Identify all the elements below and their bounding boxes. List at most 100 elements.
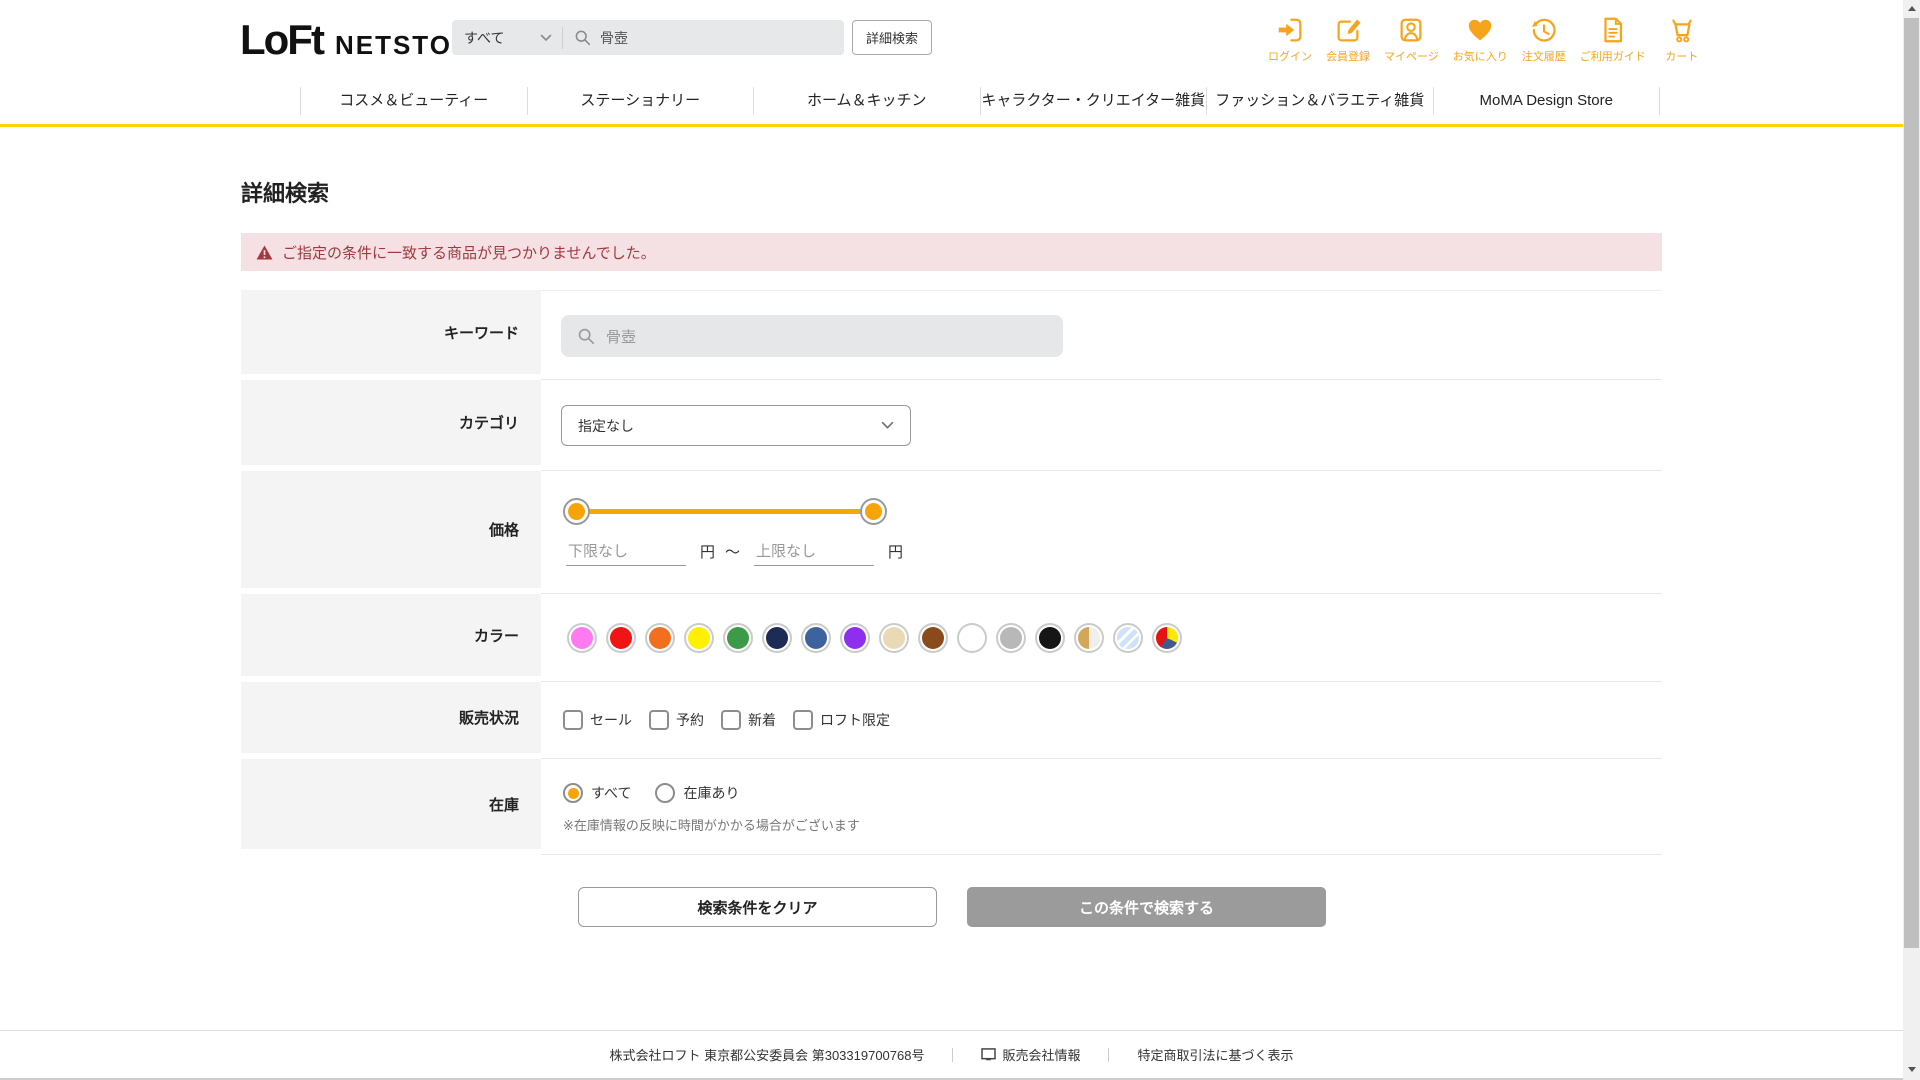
header-search-input[interactable] [600, 29, 830, 46]
keyword-field [541, 290, 1662, 380]
scrollbar[interactable] [1903, 0, 1920, 1080]
stock-field: すべて 在庫あり ※在庫情報の反映に時間がかかる場合がございます [541, 759, 1662, 855]
price-min-input[interactable] [566, 543, 686, 566]
radio-all-button[interactable] [563, 783, 583, 803]
footer-tokushoho-label: 特定商取引法に基づく表示 [1137, 1048, 1294, 1063]
footer-seller-info-link[interactable]: 販売会社情報 [981, 1045, 1080, 1064]
register-link[interactable]: 会員登録 [1326, 15, 1370, 64]
warning-icon [256, 244, 273, 260]
nav-item-character[interactable]: キャラクター・クリエイター雑貨 [979, 87, 1207, 115]
radio-in-stock-button[interactable] [655, 783, 676, 803]
stock-radios: すべて 在庫あり [563, 783, 739, 803]
form-actions: 検索条件をクリア この条件で検索する [578, 887, 1326, 927]
checkbox-loft-limited-box[interactable] [793, 710, 813, 730]
page: LoFt NETSTORE すべて 詳細検索 ログイン [0, 0, 1920, 1080]
checkbox-loft-limited[interactable]: ロフト限定 [793, 710, 890, 730]
color-swatch-purple[interactable] [844, 627, 866, 649]
keyword-input[interactable] [606, 327, 1026, 345]
favorites-link[interactable]: お気に入り [1453, 15, 1508, 64]
advanced-search-button[interactable]: 詳細検索 [852, 20, 932, 55]
register-icon [1333, 15, 1363, 45]
keyword-input-box [561, 315, 1063, 357]
color-swatch-clear[interactable] [1117, 627, 1139, 649]
page-title: 詳細検索 [241, 181, 330, 206]
slider-track[interactable] [576, 509, 873, 514]
header: LoFt NETSTORE すべて 詳細検索 ログイン [0, 0, 1903, 78]
header-utility-links: ログイン 会員登録 マイページ お気に入り 注文履歴 ご利用ガイド カート [1268, 15, 1704, 64]
nav-item-fashion[interactable]: ファッション＆バラエティ雑貨 [1206, 87, 1433, 115]
error-banner: ご指定の条件に一致する商品が見つかりませんでした。 [241, 233, 1662, 271]
nav-item-moma[interactable]: MoMA Design Store [1432, 87, 1660, 115]
category-select[interactable]: 指定なし [561, 405, 911, 446]
footer-tokushoho-link[interactable]: 特定商取引法に基づく表示 [1137, 1045, 1293, 1064]
scrollbar-down-arrow[interactable] [1903, 1061, 1920, 1078]
login-link[interactable]: ログイン [1268, 15, 1312, 64]
scrollbar-up-arrow[interactable] [1903, 0, 1920, 17]
price-max-unit: 円 [888, 544, 904, 561]
checkbox-sale[interactable]: セール [563, 710, 632, 730]
color-swatch-red[interactable] [610, 627, 632, 649]
nav-item-home-kitchen[interactable]: ホーム＆キッチン [753, 87, 980, 115]
color-swatch-pink[interactable] [571, 627, 593, 649]
color-swatch-gray[interactable] [1000, 627, 1022, 649]
color-swatch-brown[interactable] [922, 627, 944, 649]
sales-status-label: 販売状況 [241, 682, 541, 759]
checkbox-loft-limited-label: ロフト限定 [820, 712, 890, 728]
color-swatch-blue[interactable] [805, 627, 827, 649]
footer-separator [1108, 1047, 1110, 1062]
price-separator: ～ [725, 544, 741, 561]
checkbox-sale-box[interactable] [563, 710, 583, 730]
mypage-icon [1396, 15, 1426, 45]
color-swatch-yellow[interactable] [688, 627, 710, 649]
radio-all[interactable]: すべて [563, 783, 631, 803]
search-divider [562, 26, 563, 49]
radio-in-stock[interactable]: 在庫あり [655, 783, 739, 803]
footer-seller-info-label: 販売会社情報 [1002, 1048, 1081, 1063]
search-scope-select[interactable]: すべて [452, 20, 562, 55]
price-field: 円 ～ 円 [541, 471, 1662, 594]
color-swatch-gold-silver[interactable] [1078, 627, 1100, 649]
color-field [541, 594, 1662, 682]
nav-item-stationery[interactable]: ステーショナリー [526, 87, 754, 115]
price-max-input[interactable] [754, 543, 875, 566]
scrollbar-thumb[interactable] [1904, 18, 1919, 948]
category-row: カテゴリ 指定なし [241, 380, 1662, 471]
order-history-link[interactable]: 注文履歴 [1522, 15, 1566, 64]
color-swatch-green[interactable] [727, 627, 749, 649]
color-swatch-beige[interactable] [883, 627, 905, 649]
checkbox-reservation[interactable]: 予約 [649, 710, 704, 730]
register-label: 会員登録 [1326, 51, 1370, 63]
price-label: 価格 [241, 471, 541, 594]
checkbox-new-box[interactable] [721, 710, 741, 730]
error-message: ご指定の条件に一致する商品が見つかりませんでした。 [282, 244, 656, 262]
category-label: カテゴリ [241, 380, 541, 471]
color-swatch-multicolor[interactable] [1156, 627, 1178, 649]
slider-handle-max[interactable] [860, 498, 887, 525]
mypage-label: マイページ [1384, 51, 1439, 63]
mypage-link[interactable]: マイページ [1384, 15, 1439, 64]
checkbox-reservation-box[interactable] [649, 710, 669, 730]
clear-conditions-button[interactable]: 検索条件をクリア [578, 887, 937, 927]
cart-link[interactable]: カート [1660, 15, 1704, 64]
category-selected-value: 指定なし [578, 417, 634, 434]
history-clock-icon [1529, 15, 1559, 45]
color-label: カラー [241, 594, 541, 682]
color-swatch-black[interactable] [1039, 627, 1061, 649]
radio-in-stock-label: 在庫あり [683, 785, 740, 801]
checkbox-new[interactable]: 新着 [721, 710, 776, 730]
stock-label: 在庫 [241, 759, 541, 855]
footer-inner: 株式会社ロフト 東京都公安委員会 第303319700768号 販売会社情報 特… [0, 1045, 1903, 1064]
slider-handle-min[interactable] [563, 498, 590, 525]
checkbox-new-label: 新着 [748, 712, 776, 728]
stock-note: ※在庫情報の反映に時間がかかる場合がございます [563, 818, 860, 833]
category-field: 指定なし [541, 380, 1662, 471]
category-nav: コスメ＆ビューティー ステーショナリー ホーム＆キッチン キャラクター・クリエイ… [300, 78, 1660, 124]
color-swatch-white[interactable] [961, 627, 983, 649]
window-icon [981, 1048, 997, 1061]
color-swatch-navy[interactable] [766, 627, 788, 649]
nav-item-cosme[interactable]: コスメ＆ビューティー [300, 87, 527, 115]
color-swatch-orange[interactable] [649, 627, 671, 649]
price-row: 価格 円 ～ 円 [241, 471, 1662, 594]
guide-link[interactable]: ご利用ガイド [1580, 15, 1646, 64]
search-submit-button[interactable]: この条件で検索する [967, 887, 1326, 927]
